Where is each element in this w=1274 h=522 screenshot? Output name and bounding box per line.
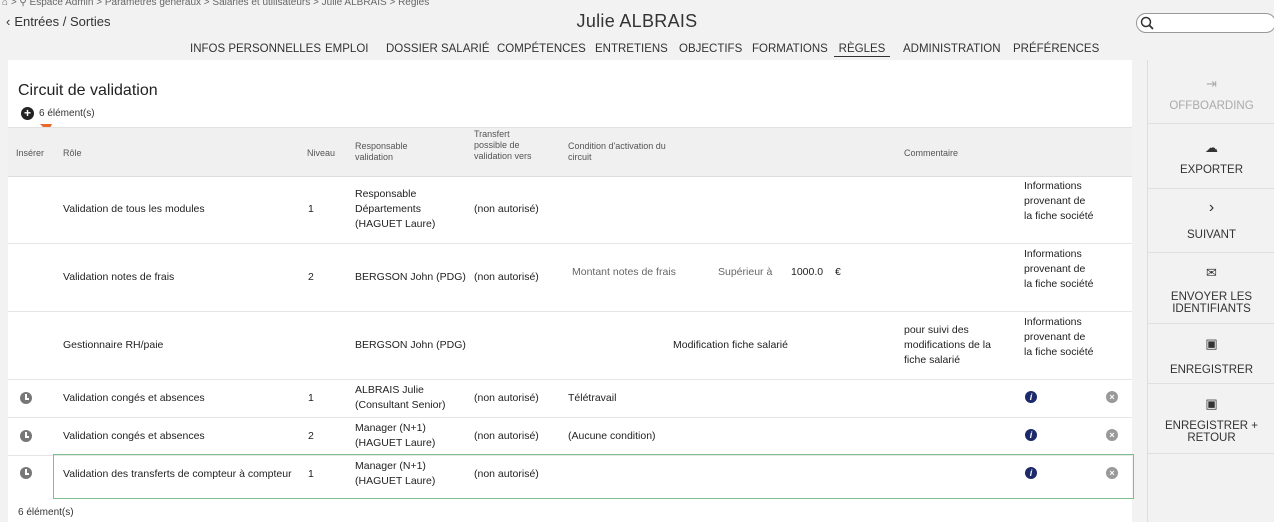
cell-niveau: 2 xyxy=(308,430,314,442)
offboarding-label: OFFBOARDING xyxy=(1169,100,1254,112)
tab-dossier-salarie[interactable]: DOSSIER SALARIÉ xyxy=(386,43,490,55)
insert-clock-icon[interactable] xyxy=(20,392,32,404)
tab-infos-personnelles[interactable]: INFOS PERSONNELLES xyxy=(190,43,321,55)
cell-transfert: (non autorisé) xyxy=(474,392,539,404)
send-credentials-button[interactable]: ✉ ENVOYER LES IDENTIFIANTS xyxy=(1148,253,1274,324)
cell-commentaire: pour suivi des modifications de la fiche… xyxy=(904,324,991,366)
action-sidebar: ⇥ OFFBOARDING ☁ EXPORTER › SUIVANT ✉ ENV… xyxy=(1147,60,1274,522)
save-return-label: ENREGISTRER + RETOUR xyxy=(1165,420,1258,444)
table-row[interactable]: Validation congés et absences 2 Manager … xyxy=(8,418,1132,456)
cell-transfert: (non autorisé) xyxy=(474,203,539,215)
chevron-right-icon: › xyxy=(1208,199,1215,216)
save-return-button[interactable]: ▣ ENREGISTRER + RETOUR xyxy=(1148,384,1274,454)
cell-niveau: 1 xyxy=(308,203,314,215)
cell-transfert: (non autorisé) xyxy=(474,430,539,442)
floppy-icon: ▣ xyxy=(1205,396,1218,411)
export-button[interactable]: ☁ EXPORTER xyxy=(1148,124,1274,189)
floppy-icon: ▣ xyxy=(1205,336,1218,351)
tab-preferences[interactable]: PRÉFÉRENCES xyxy=(1013,43,1099,55)
cell-transfert: (non autorisé) xyxy=(474,271,539,283)
header-inserer: Insérer xyxy=(16,148,45,158)
tab-entretiens[interactable]: ENTRETIENS xyxy=(595,43,668,55)
cell-responsable: BERGSON John (PDG) xyxy=(355,271,466,283)
table-row[interactable]: Validation congés et absences 1 ALBRAIS … xyxy=(8,380,1132,418)
top-bar: ⌂ > ⚲ Espace Admin > Paramètres généraux… xyxy=(0,0,1274,60)
cell-responsable: Manager (N+1) (HAGUET Laure) xyxy=(355,422,436,449)
header-responsable: Responsable validation xyxy=(355,141,408,162)
cell-info: Informations provenant de la fiche socié… xyxy=(1024,180,1094,222)
cell-niveau: 1 xyxy=(308,392,314,404)
export-label: EXPORTER xyxy=(1179,164,1244,176)
selected-row-outline xyxy=(53,454,1134,499)
exit-icon: ⇥ xyxy=(1206,76,1217,91)
save-label: ENREGISTRER xyxy=(1169,364,1254,376)
offboarding-button[interactable]: ⇥ OFFBOARDING xyxy=(1148,70,1274,124)
tab-objectifs[interactable]: OBJECTIFS xyxy=(679,43,742,55)
cell-role: Validation de tous les modules xyxy=(63,203,205,215)
breadcrumb[interactable]: ⌂ > ⚲ Espace Admin > Paramètres généraux… xyxy=(2,0,429,8)
tab-regles[interactable]: RÈGLES xyxy=(834,43,890,57)
table-row[interactable]: Validation de tous les modules 1 Respons… xyxy=(8,177,1132,244)
search-input[interactable] xyxy=(1136,13,1274,33)
next-button[interactable]: › SUIVANT xyxy=(1148,189,1274,253)
next-label: SUIVANT xyxy=(1187,229,1236,241)
cell-condition: Modification fiche salarié xyxy=(673,339,788,351)
cell-condition: (Aucune condition) xyxy=(568,430,656,442)
item-count-bottom: 6 élément(s) xyxy=(18,507,74,518)
condition-value[interactable]: 1000.0 xyxy=(791,265,823,280)
main-panel: Circuit de validation + 6 élément(s) Ins… xyxy=(8,60,1134,522)
save-button[interactable]: ▣ ENREGISTRER xyxy=(1148,324,1274,384)
tab-emploi[interactable]: EMPLOI xyxy=(325,43,368,55)
cell-condition: Télétravail xyxy=(568,392,617,404)
condition-field[interactable]: Montant notes de frais xyxy=(572,265,676,280)
cell-role: Gestionnaire RH/paie xyxy=(63,339,164,351)
page-title: Julie ALBRAIS xyxy=(576,11,698,31)
header-niveau: Niveau xyxy=(307,148,336,158)
delete-icon[interactable]: × xyxy=(1106,391,1118,403)
insert-clock-icon[interactable] xyxy=(20,467,32,479)
tab-formations[interactable]: FORMATIONS xyxy=(752,43,828,55)
cell-info: Informations provenant de la fiche socié… xyxy=(1024,316,1094,358)
header-condition: Condition d'activation du circuit xyxy=(568,141,666,162)
search-icon xyxy=(1140,16,1154,30)
cell-responsable: Responsable Départements (HAGUET Laure) xyxy=(355,188,436,230)
table-row[interactable]: Validation notes de frais 2 BERGSON John… xyxy=(8,244,1132,312)
delete-icon[interactable]: × xyxy=(1106,429,1118,441)
table-header: Insérer Rôle Niveau Responsable validati… xyxy=(8,127,1132,177)
condition-operator[interactable]: Supérieur à xyxy=(718,265,772,280)
envelope-icon: ✉ xyxy=(1206,265,1217,280)
cell-responsable: ALBRAIS Julie (Consultant Senior) xyxy=(355,384,446,411)
header-commentaire: Commentaire xyxy=(904,148,959,158)
header-role: Rôle xyxy=(63,148,82,158)
cloud-download-icon: ☁ xyxy=(1205,140,1218,155)
insert-clock-icon[interactable] xyxy=(20,430,32,442)
cell-responsable: BERGSON John (PDG) xyxy=(355,339,466,351)
cell-role: Validation congés et absences xyxy=(63,392,205,404)
header-transfert: Transfert possible de validation vers xyxy=(474,129,532,161)
table-row[interactable]: Gestionnaire RH/paie BERGSON John (PDG) … xyxy=(8,312,1132,380)
condition-unit: € xyxy=(835,266,841,278)
info-icon[interactable]: i xyxy=(1025,429,1037,441)
cell-role: Validation congés et absences xyxy=(63,430,205,442)
info-icon[interactable]: i xyxy=(1025,391,1037,403)
send-credentials-label: ENVOYER LES IDENTIFIANTS xyxy=(1170,291,1253,315)
tab-bar: INFOS PERSONNELLES EMPLOI DOSSIER SALARI… xyxy=(0,43,1274,60)
tab-competences[interactable]: COMPÉTENCES xyxy=(497,43,586,55)
tab-administration[interactable]: ADMINISTRATION xyxy=(903,43,1001,55)
cell-niveau: 2 xyxy=(308,271,314,283)
cell-role: Validation notes de frais xyxy=(63,271,175,283)
cell-info: Informations provenant de la fiche socié… xyxy=(1024,248,1094,290)
